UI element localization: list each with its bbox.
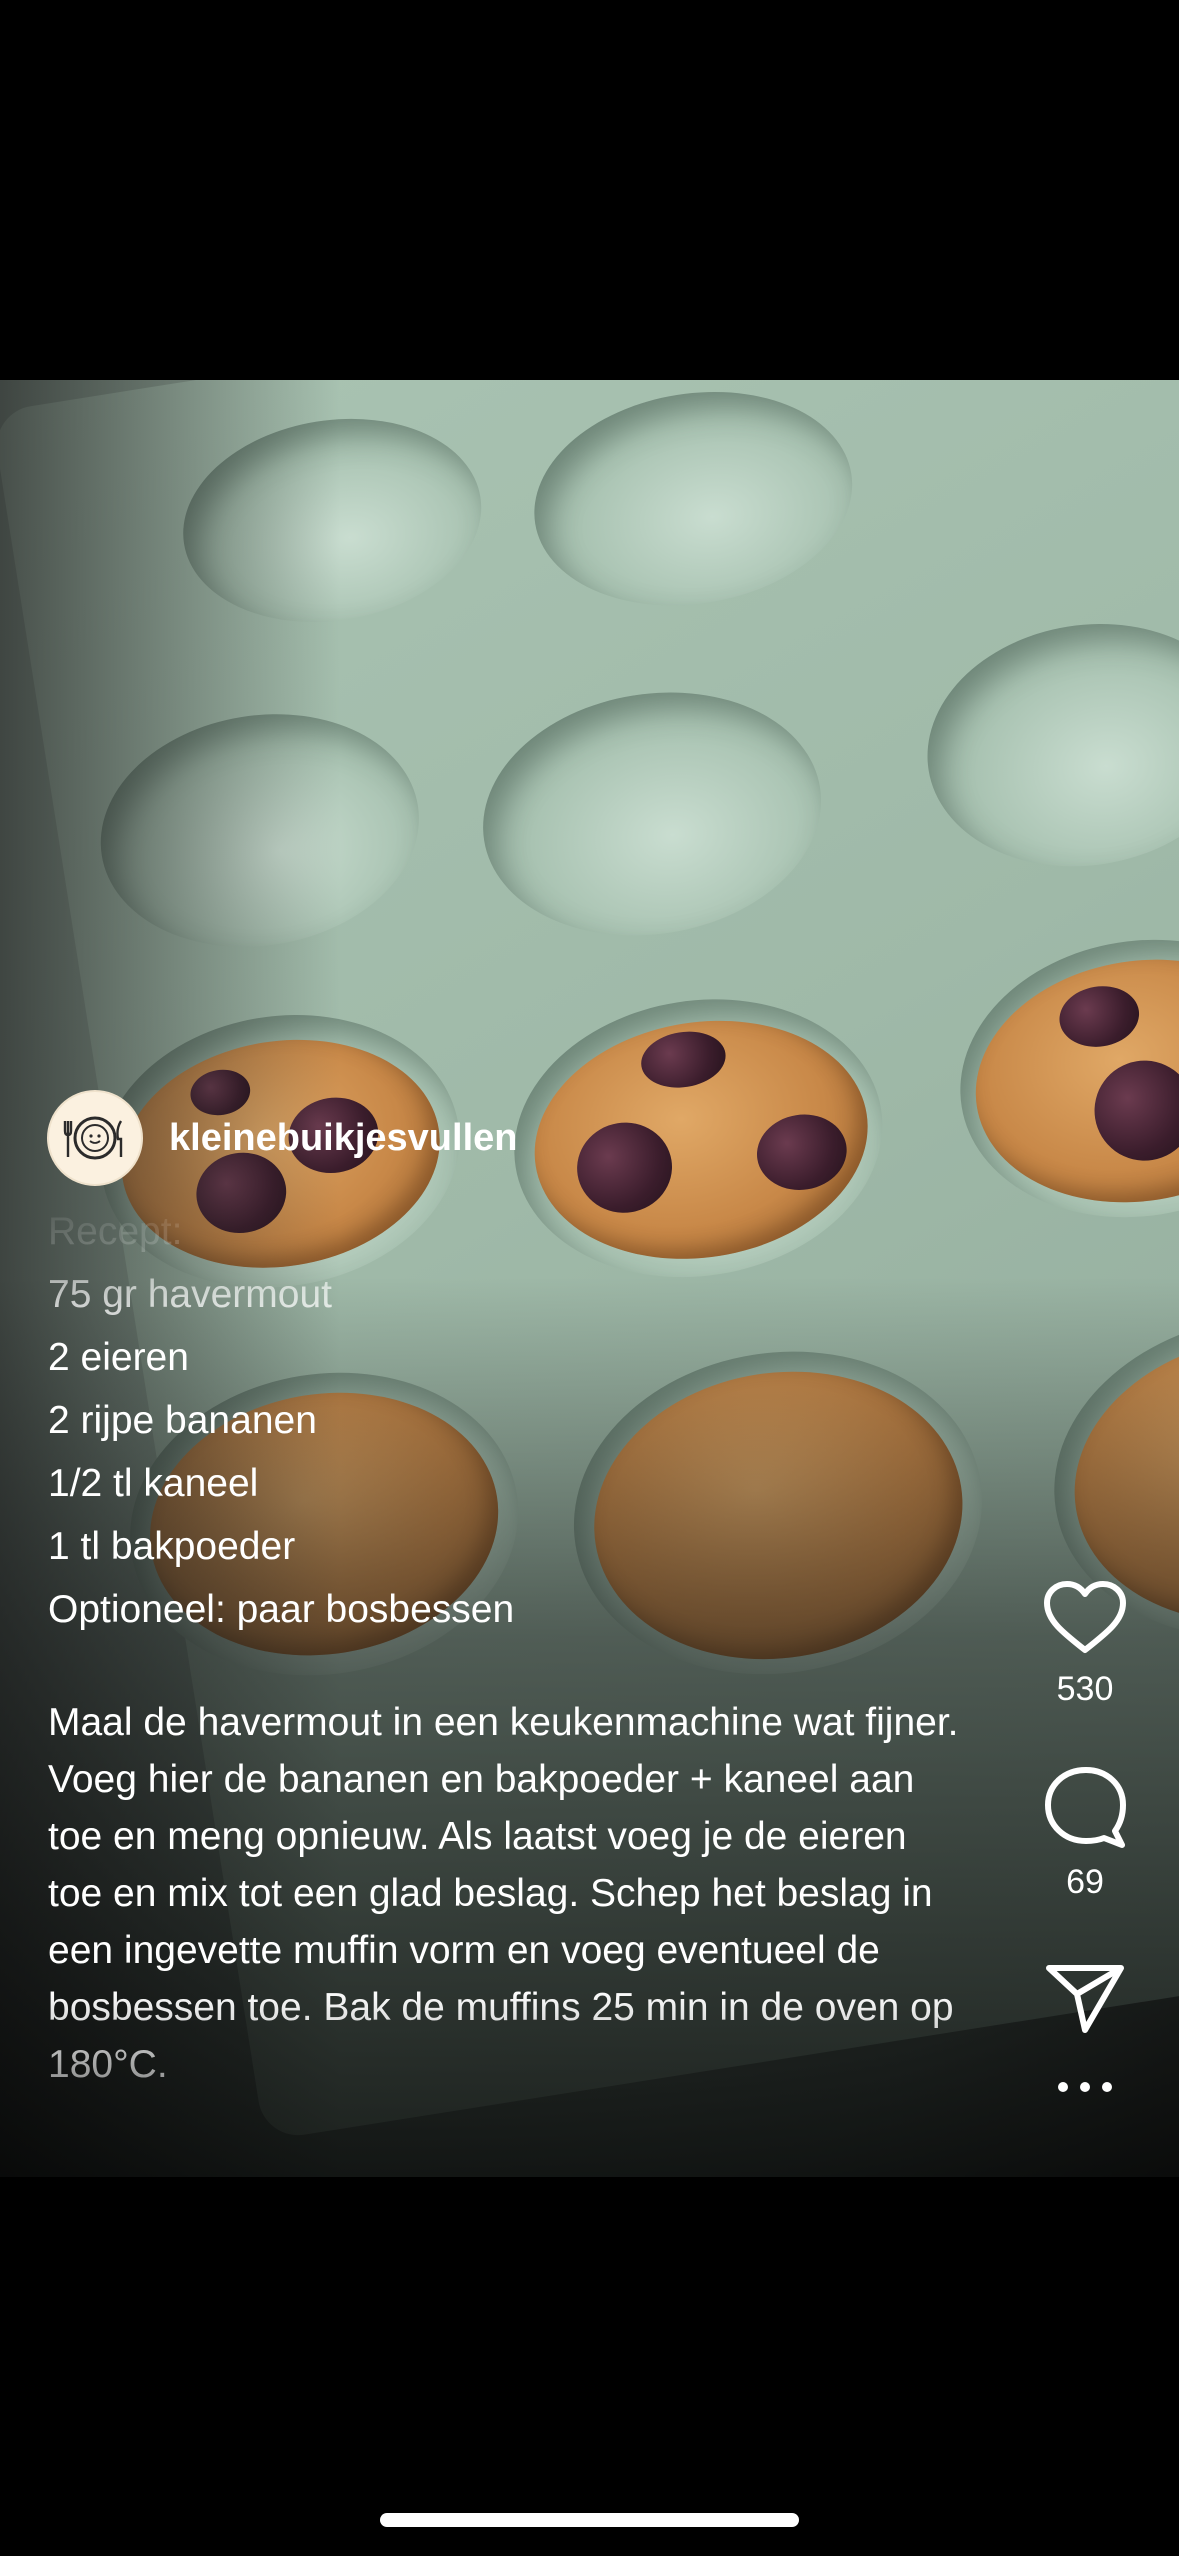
plate-cutlery-icon (63, 1116, 123, 1160)
ingredient-item: 2 eieren (48, 1336, 189, 1379)
instructions-text: Maal de havermout in een keukenmachine w… (48, 1701, 959, 2029)
more-icon[interactable] (1055, 2080, 1115, 2094)
ingredient-item: 2 rijpe bananen (48, 1399, 317, 1442)
comment-bubble-icon[interactable] (1042, 1765, 1128, 1849)
action-bar: 530 69 (1030, 1580, 1140, 2104)
comment-count: 69 (1066, 1863, 1104, 1901)
heart-icon[interactable] (1042, 1580, 1128, 1656)
send-icon[interactable] (1043, 1962, 1127, 2036)
comment-button[interactable]: 69 (1042, 1765, 1128, 1902)
like-button[interactable]: 530 (1042, 1580, 1128, 1709)
share-button[interactable] (1043, 1962, 1127, 2036)
username[interactable]: kleinebuikjesvullen (169, 1117, 517, 1160)
caption-heading: Recept: (48, 1210, 183, 1253)
like-count: 530 (1056, 1670, 1114, 1708)
caption-instructions: Maal de havermout in een keukenmachine w… (48, 1694, 968, 2093)
post-author[interactable]: kleinebuikjesvullen (47, 1090, 517, 1186)
post-caption[interactable]: Recept: 75 gr havermout 2 eieren 2 rijpe… (48, 1200, 968, 2093)
ingredient-item: 75 gr havermout (48, 1273, 332, 1316)
home-indicator[interactable] (380, 2513, 799, 2527)
ingredient-item: 1 tl bakpoeder (48, 1525, 296, 1568)
avatar[interactable] (47, 1090, 143, 1186)
more-button[interactable] (1055, 2080, 1115, 2104)
ingredient-item: Optioneel: paar bosbessen (48, 1588, 515, 1631)
ingredient-item: 1/2 tl kaneel (48, 1462, 259, 1505)
